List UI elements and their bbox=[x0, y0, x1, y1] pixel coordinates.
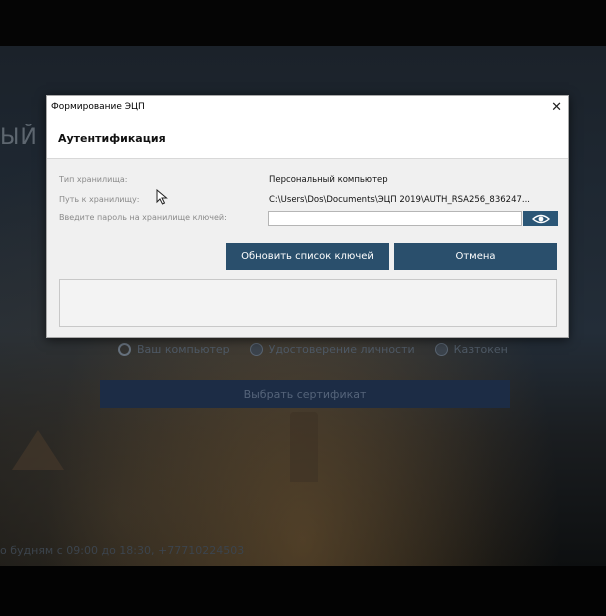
radio-circle bbox=[249, 343, 263, 356]
radio-circle bbox=[118, 343, 131, 356]
cancel-button[interactable]: Отмена bbox=[394, 243, 557, 270]
password-label: Введите пароль на хранилище ключей: bbox=[59, 213, 227, 222]
background-monument-shape bbox=[290, 412, 318, 482]
close-icon[interactable]: ✕ bbox=[551, 100, 562, 115]
top-black-bar bbox=[0, 0, 606, 46]
storage-type-label: Тип хранилища: bbox=[59, 175, 128, 184]
storage-path-label: Путь к хранилищу: bbox=[59, 195, 140, 204]
radio-label: Удостоверение личности bbox=[268, 343, 415, 356]
background-tower-shape bbox=[12, 430, 64, 470]
radio-label: Ваш компьютер bbox=[137, 343, 230, 356]
auth-form: Тип хранилища: Персональный компьютер Пу… bbox=[47, 159, 568, 339]
background-footer-text: о будням с 09:00 до 18:30, +77710224503 bbox=[0, 544, 245, 557]
radio-your-computer[interactable]: Ваш компьютер bbox=[118, 343, 230, 356]
radio-id-card[interactable]: Удостоверение личности bbox=[249, 343, 415, 356]
radio-kaztoken[interactable]: Казтокен bbox=[434, 343, 508, 356]
authentication-heading: Аутентификация bbox=[58, 131, 166, 145]
show-password-button[interactable] bbox=[523, 211, 558, 226]
signature-dialog: Формирование ЭЦП ✕ Аутентификация Тип хр… bbox=[46, 95, 569, 338]
mouse-cursor-icon bbox=[156, 189, 168, 205]
status-log-area bbox=[59, 279, 557, 327]
dialog-header: Аутентификация bbox=[47, 118, 568, 159]
eye-icon bbox=[531, 214, 550, 223]
radio-label: Казтокен bbox=[453, 343, 508, 356]
select-certificate-button[interactable]: Выбрать сертификат bbox=[100, 380, 510, 408]
password-input[interactable] bbox=[268, 211, 522, 226]
radio-circle bbox=[434, 343, 448, 356]
refresh-keys-button[interactable]: Обновить список ключей bbox=[226, 243, 389, 270]
storage-path-value: C:\Users\Dos\Documents\ЭЦП 2019\AUTH_RSA… bbox=[269, 195, 530, 205]
background-storage-radio-group: Ваш компьютер Удостоверение личности Каз… bbox=[118, 343, 508, 356]
storage-type-value: Персональный компьютер bbox=[269, 175, 388, 185]
dialog-titlebar: Формирование ЭЦП ✕ bbox=[47, 96, 568, 118]
bottom-black-bar bbox=[0, 566, 606, 616]
dialog-title: Формирование ЭЦП bbox=[51, 102, 145, 112]
